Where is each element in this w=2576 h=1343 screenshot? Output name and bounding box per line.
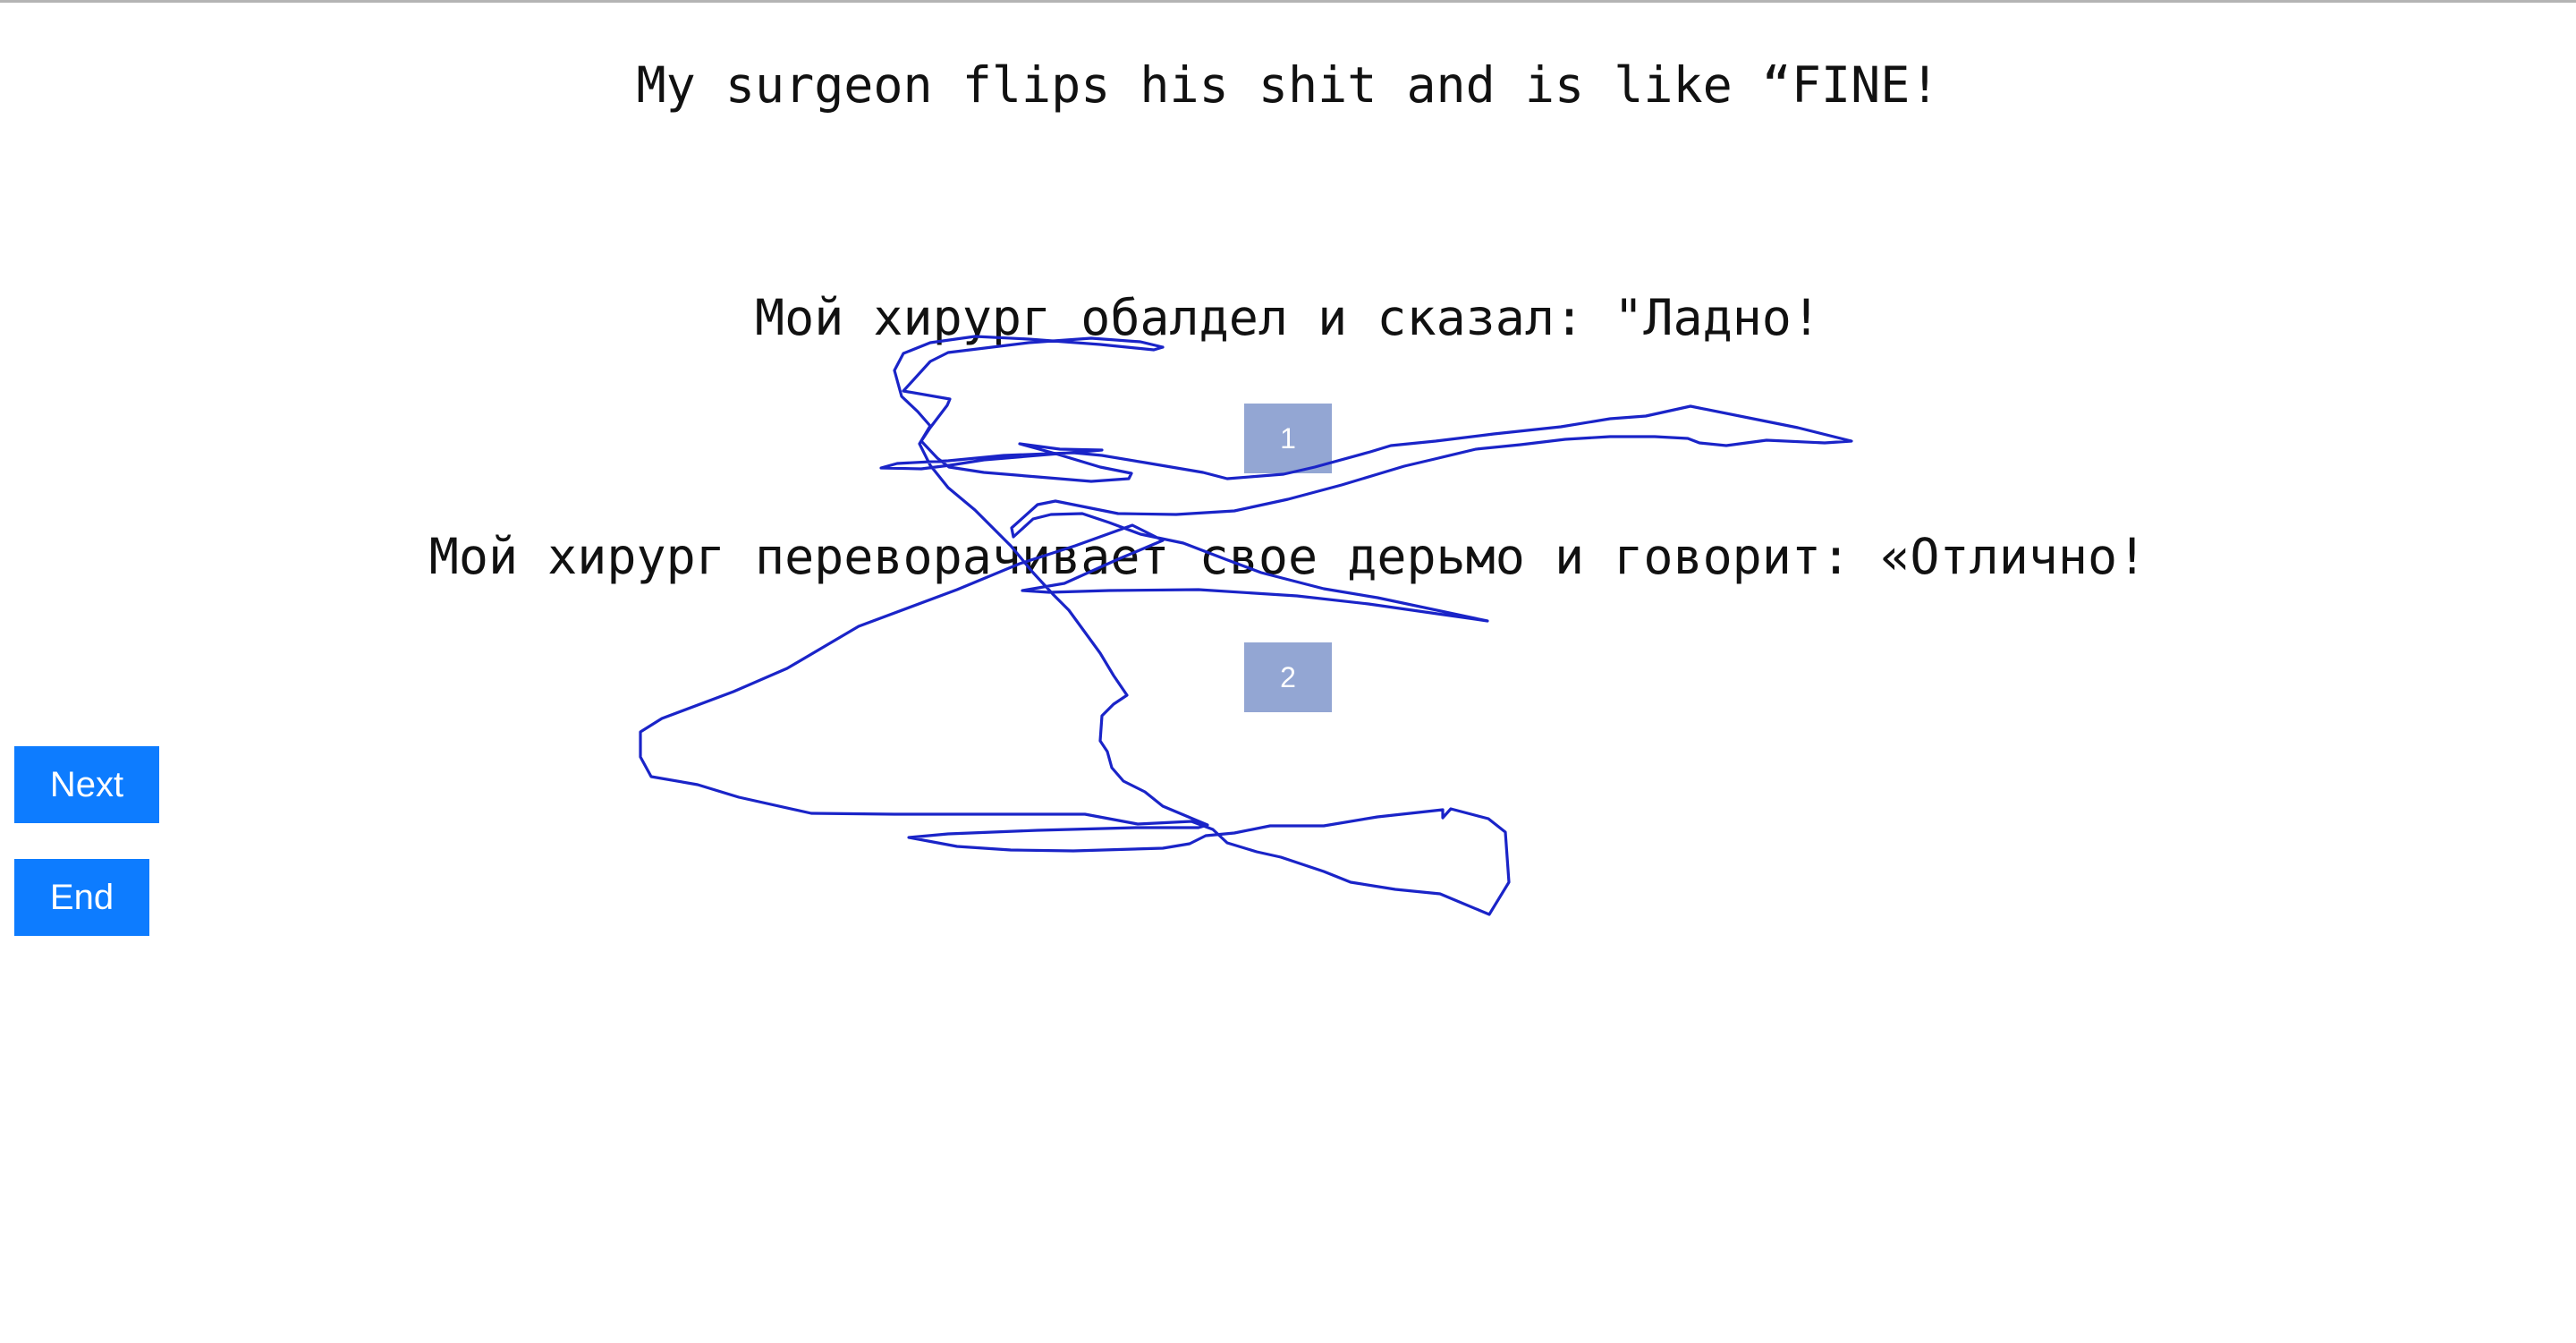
top-border [0, 0, 2576, 3]
translation-option-1: Мой хирург обалдел и сказал: "Ладно! [754, 289, 1822, 346]
choose-translation-2-button[interactable]: 2 [1244, 642, 1332, 712]
translation-option-2: Мой хирург переворачивает свое дерьмо и … [428, 528, 2148, 585]
source-sentence: My surgeon flips his shit and is like “F… [636, 56, 1940, 114]
next-button[interactable]: Next [14, 746, 159, 823]
end-button[interactable]: End [14, 859, 149, 936]
choose-translation-1-button[interactable]: 1 [1244, 404, 1332, 473]
